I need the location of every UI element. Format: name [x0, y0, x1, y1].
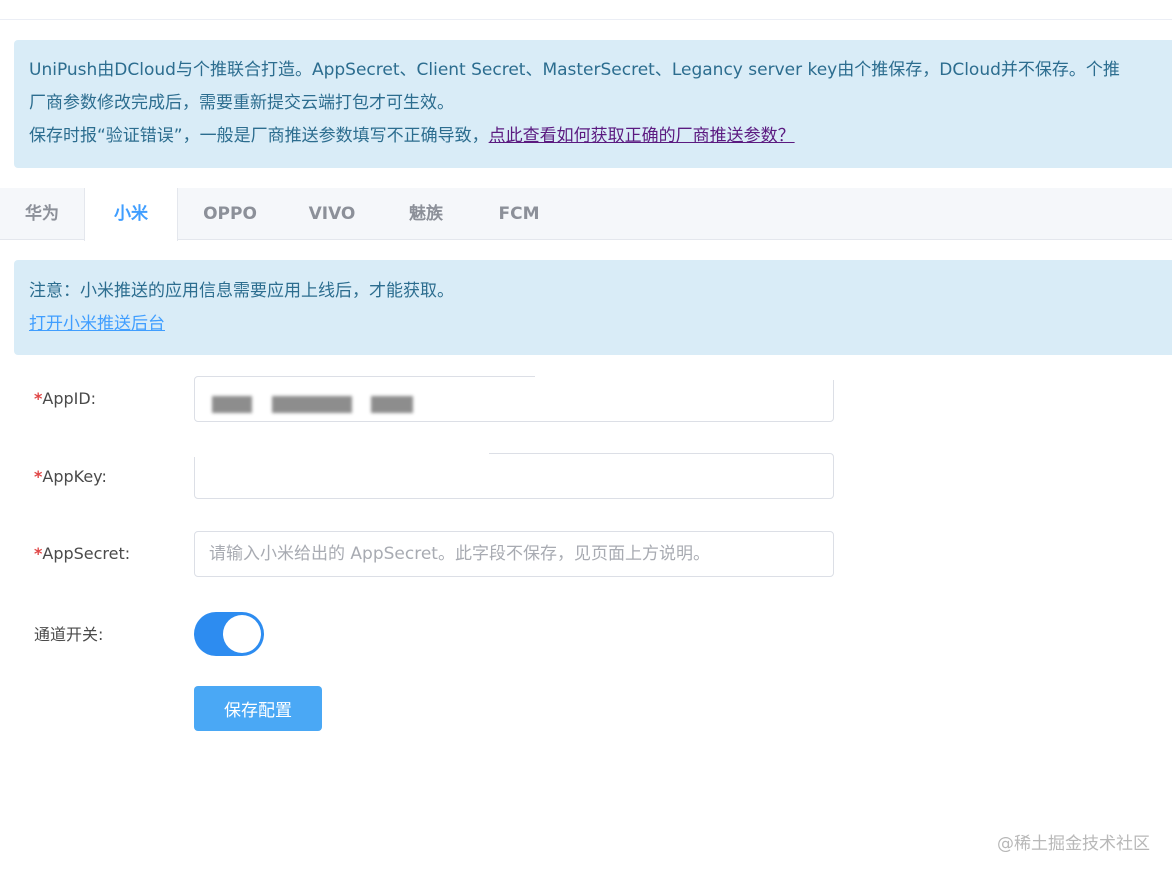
field-mask — [193, 451, 489, 457]
field-mask — [535, 374, 835, 380]
appid-field[interactable] — [194, 374, 835, 422]
info-line-3: 保存时报“验证错误”，一般是厂商推送参数填写不正确导致，点此查看如何获取正确的厂… — [29, 123, 1172, 156]
tab-huawei[interactable]: 华为 — [0, 188, 84, 239]
info-line-1: UniPush由DCloud与个推联合打造。AppSecret、Client S… — [29, 60, 1120, 80]
save-config-button[interactable]: 保存配置 — [194, 686, 322, 731]
top-divider — [0, 19, 1172, 20]
vendor-tabs: 华为 小米 OPPO VIVO 魅族 FCM — [0, 188, 1172, 241]
tab-oppo[interactable]: OPPO — [183, 188, 277, 239]
notice-text: 注意：小米推送的应用信息需要应用上线后，才能获取。 — [29, 281, 454, 301]
switch-label: 通道开关: — [34, 625, 104, 644]
appid-label: *AppID: — [34, 389, 96, 408]
appsecret-field[interactable] — [194, 531, 834, 577]
appkey-field[interactable] — [193, 451, 834, 499]
appsecret-label-text: AppSecret: — [42, 544, 131, 563]
vendor-params-help-link[interactable]: 点此查看如何获取正确的厂商推送参数？ — [489, 126, 795, 146]
info-line-3-text: 保存时报“验证错误”，一般是厂商推送参数填写不正确导致， — [29, 126, 489, 146]
appsecret-label: *AppSecret: — [34, 544, 130, 563]
notice-link-row: 打开小米推送后台 — [29, 309, 1172, 342]
tab-meizu[interactable]: 魅族 — [384, 188, 468, 239]
tab-vivo[interactable]: VIVO — [287, 188, 377, 239]
xiaomi-console-link[interactable]: 打开小米推送后台 — [29, 314, 165, 334]
appid-label-text: AppID: — [42, 389, 97, 408]
toggle-knob — [223, 615, 261, 653]
channel-toggle[interactable] — [194, 612, 264, 656]
appkey-label-text: AppKey: — [42, 467, 107, 486]
tab-fcm[interactable]: FCM — [474, 188, 564, 239]
redacted-block — [212, 396, 252, 413]
info-line-2: 厂商参数修改完成后，需要重新提交云端打包才可生效。 — [29, 93, 454, 113]
tab-xiaomi[interactable]: 小米 — [84, 188, 178, 241]
redacted-block — [272, 396, 352, 413]
unipush-info-alert: UniPush由DCloud与个推联合打造。AppSecret、Client S… — [14, 40, 1172, 168]
watermark-text: @稀土掘金技术社区 — [997, 834, 1150, 854]
redacted-block — [371, 396, 413, 413]
appsecret-input[interactable] — [195, 532, 833, 576]
appkey-label: *AppKey: — [34, 467, 107, 486]
xiaomi-notice-alert: 注意：小米推送的应用信息需要应用上线后，才能获取。 打开小米推送后台 — [14, 260, 1172, 355]
